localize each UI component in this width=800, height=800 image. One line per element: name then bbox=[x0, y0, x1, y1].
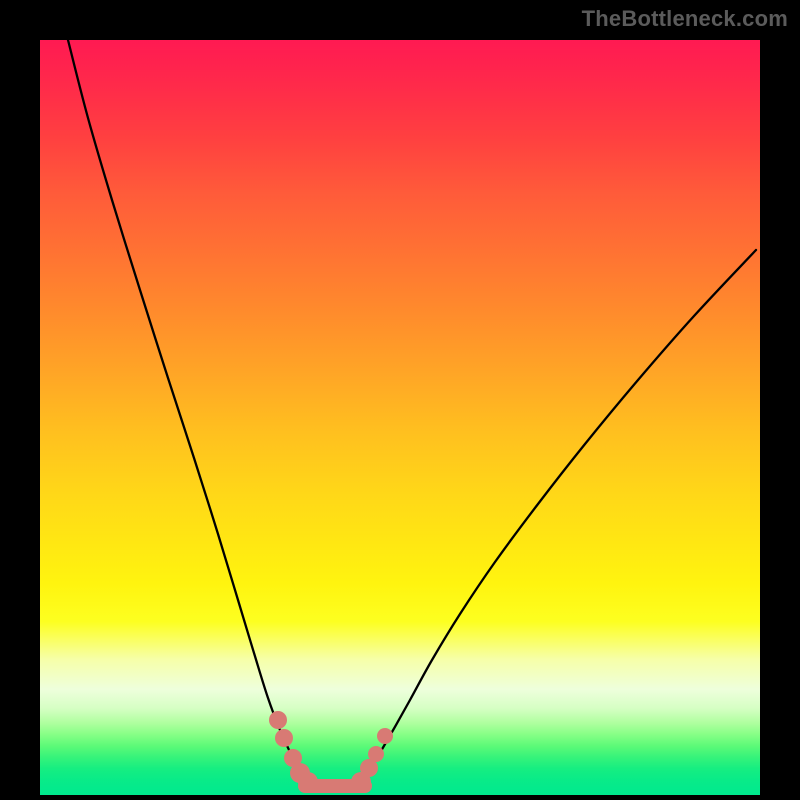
curve-right bbox=[360, 250, 756, 782]
marker-dot bbox=[377, 728, 393, 744]
plot-area bbox=[40, 40, 760, 795]
marker-dot bbox=[275, 729, 293, 747]
marker-dot bbox=[368, 746, 384, 762]
curve-left bbox=[68, 40, 310, 782]
chart-frame: TheBottleneck.com bbox=[0, 0, 800, 800]
marker-dot bbox=[269, 711, 287, 729]
marker-dot bbox=[298, 772, 318, 792]
curves-layer bbox=[40, 40, 760, 795]
watermark-text: TheBottleneck.com bbox=[582, 6, 788, 32]
